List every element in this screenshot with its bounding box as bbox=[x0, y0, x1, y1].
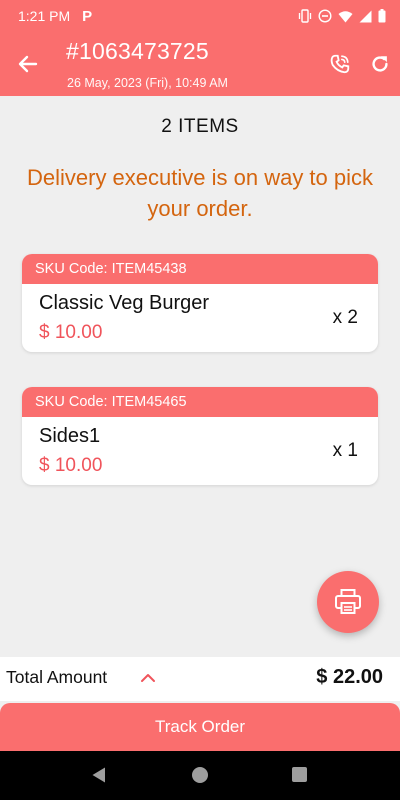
nav-back-icon[interactable] bbox=[90, 766, 108, 784]
order-item-card: SKU Code: ITEM45438 Classic Veg Burger $… bbox=[22, 254, 378, 352]
battery-icon bbox=[378, 9, 386, 23]
status-icons bbox=[298, 9, 386, 23]
sku-code: SKU Code: ITEM45438 bbox=[22, 254, 378, 284]
wifi-icon bbox=[338, 10, 353, 22]
back-arrow-icon bbox=[18, 55, 38, 73]
total-amount-value: $ 22.00 bbox=[316, 666, 383, 688]
item-details: Classic Veg Burger $ 10.00 x 2 bbox=[22, 284, 378, 352]
call-button[interactable] bbox=[326, 50, 354, 78]
sku-code: SKU Code: ITEM45465 bbox=[22, 387, 378, 417]
items-count: 2 ITEMS bbox=[161, 116, 239, 137]
vibrate-icon bbox=[298, 9, 312, 23]
status-bar: 1:21 PM P bbox=[0, 0, 400, 32]
item-quantity: x 1 bbox=[332, 440, 358, 461]
total-amount-label: Total Amount bbox=[6, 667, 108, 687]
do-not-disturb-icon bbox=[318, 9, 332, 23]
total-bar[interactable]: Total Amount $ 22.00 bbox=[0, 657, 400, 701]
nav-home-icon[interactable] bbox=[192, 767, 208, 783]
nav-recent-apps-icon[interactable] bbox=[292, 767, 307, 782]
order-date: 26 May, 2023 (Fri), 10:49 AM bbox=[67, 76, 228, 90]
item-price: $ 10.00 bbox=[39, 322, 103, 343]
item-price: $ 10.00 bbox=[39, 455, 103, 476]
status-time: 1:21 PM bbox=[18, 8, 71, 24]
signal-icon bbox=[359, 10, 372, 22]
item-quantity: x 2 bbox=[332, 307, 358, 328]
printer-icon bbox=[335, 589, 361, 614]
item-name: Classic Veg Burger bbox=[39, 292, 210, 314]
print-button[interactable] bbox=[317, 571, 379, 633]
item-name: Sides1 bbox=[39, 425, 101, 447]
refresh-icon bbox=[372, 56, 388, 72]
track-order-button[interactable]: Track Order bbox=[0, 703, 400, 751]
system-navigation-bar bbox=[0, 751, 400, 800]
app-bar: #1063473725 26 May, 2023 (Fri), 10:49 AM bbox=[0, 32, 400, 96]
order-id: #1063473725 bbox=[66, 38, 209, 64]
order-item-card: SKU Code: ITEM45465 Sides1 $ 10.00 x 1 bbox=[22, 387, 378, 485]
delivery-status-message: Delivery executive is on way to pick you… bbox=[26, 165, 374, 221]
refresh-button[interactable] bbox=[366, 50, 394, 78]
item-details: Sides1 $ 10.00 x 1 bbox=[22, 417, 378, 485]
app-notification-icon: P bbox=[82, 7, 93, 25]
phone-call-icon bbox=[330, 54, 350, 74]
back-button[interactable] bbox=[14, 50, 42, 78]
chevron-up-icon[interactable] bbox=[140, 670, 156, 686]
